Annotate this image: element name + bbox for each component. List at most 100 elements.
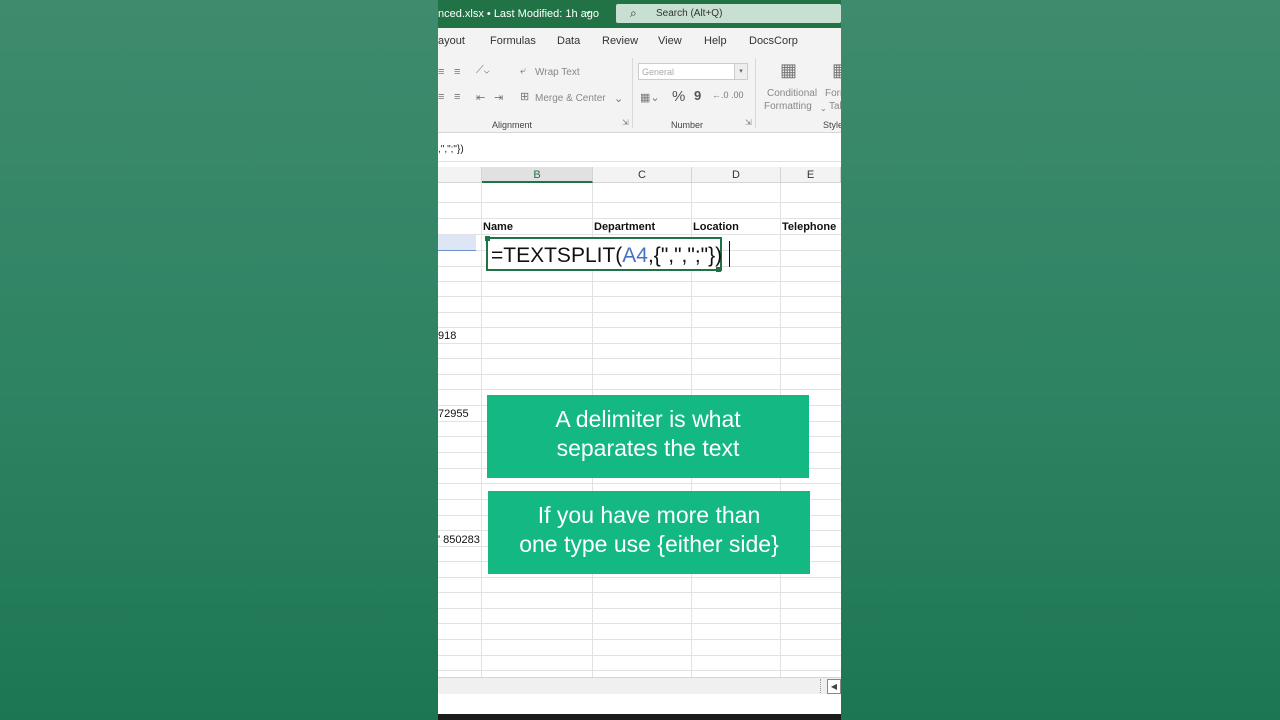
callout-line: separates the text bbox=[556, 435, 740, 461]
header-location[interactable]: Location bbox=[693, 221, 739, 233]
grid-line bbox=[438, 389, 841, 390]
resize-handle[interactable] bbox=[485, 236, 490, 241]
merge-dropdown-icon[interactable]: ⌄ bbox=[614, 92, 623, 105]
grid-line bbox=[438, 296, 841, 297]
grid-line bbox=[438, 327, 841, 328]
merge-center-button[interactable]: Merge & Center bbox=[535, 93, 606, 104]
scroll-left-icon[interactable]: ◀ bbox=[827, 679, 841, 694]
format-as-table-icon[interactable]: ▦ bbox=[832, 60, 841, 81]
styles-group-label: Style bbox=[823, 120, 841, 130]
title-bar: nced.xlsx • Last Modified: 1h ago ⌄ ⌕ Se… bbox=[438, 0, 841, 28]
scroll-divider bbox=[820, 679, 822, 693]
cell-edit-box[interactable]: =TEXTSPLIT(A4,{",",";"}) bbox=[486, 237, 722, 271]
increase-indent-icon[interactable]: ⇥ bbox=[494, 91, 503, 104]
column-header-c[interactable]: C bbox=[593, 167, 692, 183]
grid-line bbox=[438, 639, 841, 640]
ribbon: ≡ ≡ ⟋⌄ ≡ ≡ ⇤ ⇥ ⤶ Wrap Text ⊞ Merge & Cen… bbox=[438, 54, 841, 133]
search-placeholder: Search (Alt+Q) bbox=[656, 8, 723, 19]
header-telephone[interactable]: Telephone bbox=[782, 221, 836, 233]
alignment-launcher-icon[interactable]: ⇲ bbox=[622, 118, 629, 127]
grid-line bbox=[438, 312, 841, 313]
cell-a-value[interactable]: ' 850283 bbox=[438, 534, 480, 546]
formula-suffix: ,{",",";"}) bbox=[647, 244, 723, 267]
number-format-select[interactable]: General ▾ bbox=[638, 63, 748, 80]
comma-style-icon[interactable]: 9 bbox=[694, 88, 701, 103]
conditional-formatting-label1[interactable]: Conditional bbox=[767, 88, 817, 99]
grid-line bbox=[438, 623, 841, 624]
accounting-format-icon[interactable]: ▦⌄ bbox=[640, 91, 660, 104]
tab-data[interactable]: Data bbox=[557, 35, 580, 47]
wrap-text-icon[interactable]: ⤶ bbox=[520, 65, 526, 78]
grid-line bbox=[438, 281, 841, 282]
background-right bbox=[841, 0, 1280, 720]
divider bbox=[755, 58, 756, 128]
search-input[interactable]: ⌕ Search (Alt+Q) bbox=[616, 4, 841, 23]
conditional-formatting-icon[interactable]: ▦ bbox=[780, 60, 797, 81]
callout-line: A delimiter is what bbox=[555, 406, 741, 432]
number-launcher-icon[interactable]: ⇲ bbox=[745, 118, 752, 127]
formula-cell-reference: A4 bbox=[622, 244, 648, 267]
tab-docscorp[interactable]: DocsCorp bbox=[749, 35, 798, 47]
align-center-icon[interactable]: ≡ bbox=[454, 66, 460, 78]
callout-delimiter: A delimiter is what separates the text bbox=[487, 395, 809, 478]
formula-bar[interactable]: ,",";"}) bbox=[438, 137, 841, 162]
column-header-b[interactable]: B bbox=[482, 167, 593, 183]
column-header-d[interactable]: D bbox=[692, 167, 781, 183]
tab-formulas[interactable]: Formulas bbox=[490, 35, 536, 47]
callout-multiple-delimiters: If you have more than one type use {eith… bbox=[488, 491, 810, 574]
formula-prefix: =TEXTSPLIT( bbox=[491, 244, 623, 267]
align-bottom-left-icon[interactable]: ≡ bbox=[438, 91, 444, 103]
increase-decimal-icon[interactable]: ←.0 .00 bbox=[712, 90, 744, 100]
orientation-icon[interactable]: ⟋⌄ bbox=[476, 64, 490, 77]
horizontal-scrollbar[interactable]: ◀ bbox=[438, 677, 841, 695]
grid-line bbox=[438, 483, 841, 484]
grid-line bbox=[438, 655, 841, 656]
text-cursor bbox=[729, 241, 730, 267]
align-left-icon[interactable]: ≡ bbox=[438, 66, 444, 78]
grid-line bbox=[438, 343, 841, 344]
format-as-table-label2[interactable]: Tal bbox=[829, 101, 841, 112]
wrap-text-button[interactable]: Wrap Text bbox=[535, 67, 580, 78]
header-department[interactable]: Department bbox=[594, 221, 655, 233]
merge-center-icon[interactable]: ⊞ bbox=[520, 90, 529, 103]
align-right-icon[interactable]: ≡ bbox=[454, 91, 460, 103]
ribbon-tabs: ayout Formulas Data Review View Help Doc… bbox=[438, 28, 841, 54]
tab-help[interactable]: Help bbox=[704, 35, 727, 47]
resize-handle[interactable] bbox=[716, 267, 721, 272]
file-name-label[interactable]: nced.xlsx • Last Modified: 1h ago bbox=[438, 8, 599, 20]
tab-review[interactable]: Review bbox=[602, 35, 638, 47]
status-area bbox=[438, 694, 841, 714]
search-icon: ⌕ bbox=[630, 6, 637, 20]
percent-style-icon[interactable]: % bbox=[672, 88, 685, 105]
tab-page-layout[interactable]: ayout bbox=[438, 35, 465, 47]
chevron-down-icon[interactable]: ⌄ bbox=[820, 104, 827, 113]
grid-line bbox=[438, 592, 841, 593]
grid-line bbox=[438, 202, 841, 203]
excel-window: nced.xlsx • Last Modified: 1h ago ⌄ ⌕ Se… bbox=[438, 0, 841, 720]
conditional-formatting-label2[interactable]: Formatting bbox=[764, 101, 812, 112]
column-header-a[interactable] bbox=[438, 167, 482, 183]
background-left bbox=[0, 0, 438, 720]
grid-line bbox=[438, 358, 841, 359]
formula-bar-text: ,",";"}) bbox=[438, 144, 464, 155]
tab-view[interactable]: View bbox=[658, 35, 682, 47]
callout-line: one type use {either side} bbox=[519, 531, 779, 557]
cell-a-value[interactable]: 72955 bbox=[438, 408, 469, 420]
cell-a-value[interactable]: 918 bbox=[438, 330, 456, 342]
chevron-down-icon[interactable]: ⌄ bbox=[584, 6, 592, 17]
decrease-indent-icon[interactable]: ⇤ bbox=[476, 91, 485, 104]
number-group-label: Number bbox=[671, 120, 704, 130]
header-name[interactable]: Name bbox=[483, 221, 513, 233]
grid-line bbox=[438, 577, 841, 578]
selected-cell-a4[interactable] bbox=[438, 235, 476, 251]
chevron-down-icon: ▾ bbox=[734, 64, 747, 79]
callout-line: If you have more than bbox=[537, 502, 761, 528]
grid-line bbox=[438, 608, 841, 609]
column-header-e[interactable]: E bbox=[781, 167, 841, 183]
format-as-table-label1[interactable]: Forn bbox=[825, 88, 841, 99]
grid-line bbox=[438, 374, 841, 375]
formula-text: =TEXTSPLIT(A4,{",",";"}) bbox=[491, 244, 722, 268]
grid-line bbox=[438, 218, 841, 219]
alignment-group-label: Alignment bbox=[492, 120, 533, 130]
grid-line bbox=[438, 670, 841, 671]
